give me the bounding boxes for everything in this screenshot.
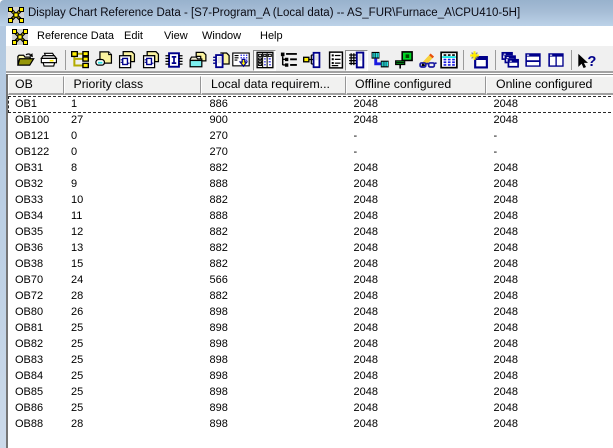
svg-text:?: ? (587, 54, 596, 70)
